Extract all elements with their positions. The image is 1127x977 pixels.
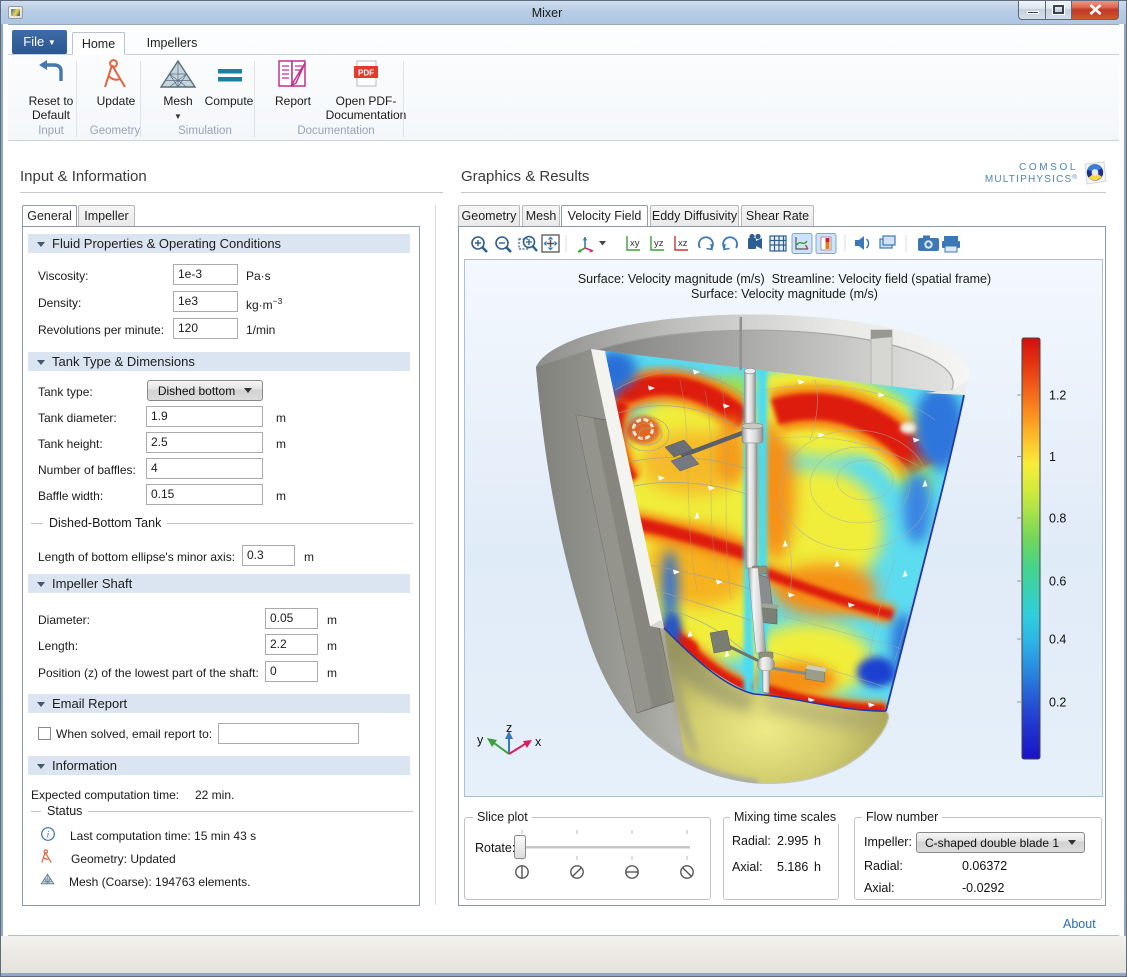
svg-text:0.2: 0.2 <box>1049 696 1066 710</box>
svg-text:x: x <box>535 735 542 749</box>
svg-text:1: 1 <box>1049 450 1056 464</box>
svg-text:xy: xy <box>630 238 640 249</box>
svg-text:1.2: 1.2 <box>1049 389 1066 403</box>
svg-text:z: z <box>506 721 512 735</box>
svg-text:y: y <box>477 733 484 747</box>
svg-text:0.6: 0.6 <box>1049 575 1066 589</box>
svg-text:0.4: 0.4 <box>1049 633 1066 647</box>
svg-text:0.8: 0.8 <box>1049 512 1066 526</box>
svg-text:PDF: PDF <box>358 69 374 78</box>
svg-text:i: i <box>47 831 50 841</box>
svg-text:yz: yz <box>654 238 664 249</box>
svg-text:xz: xz <box>678 238 688 249</box>
